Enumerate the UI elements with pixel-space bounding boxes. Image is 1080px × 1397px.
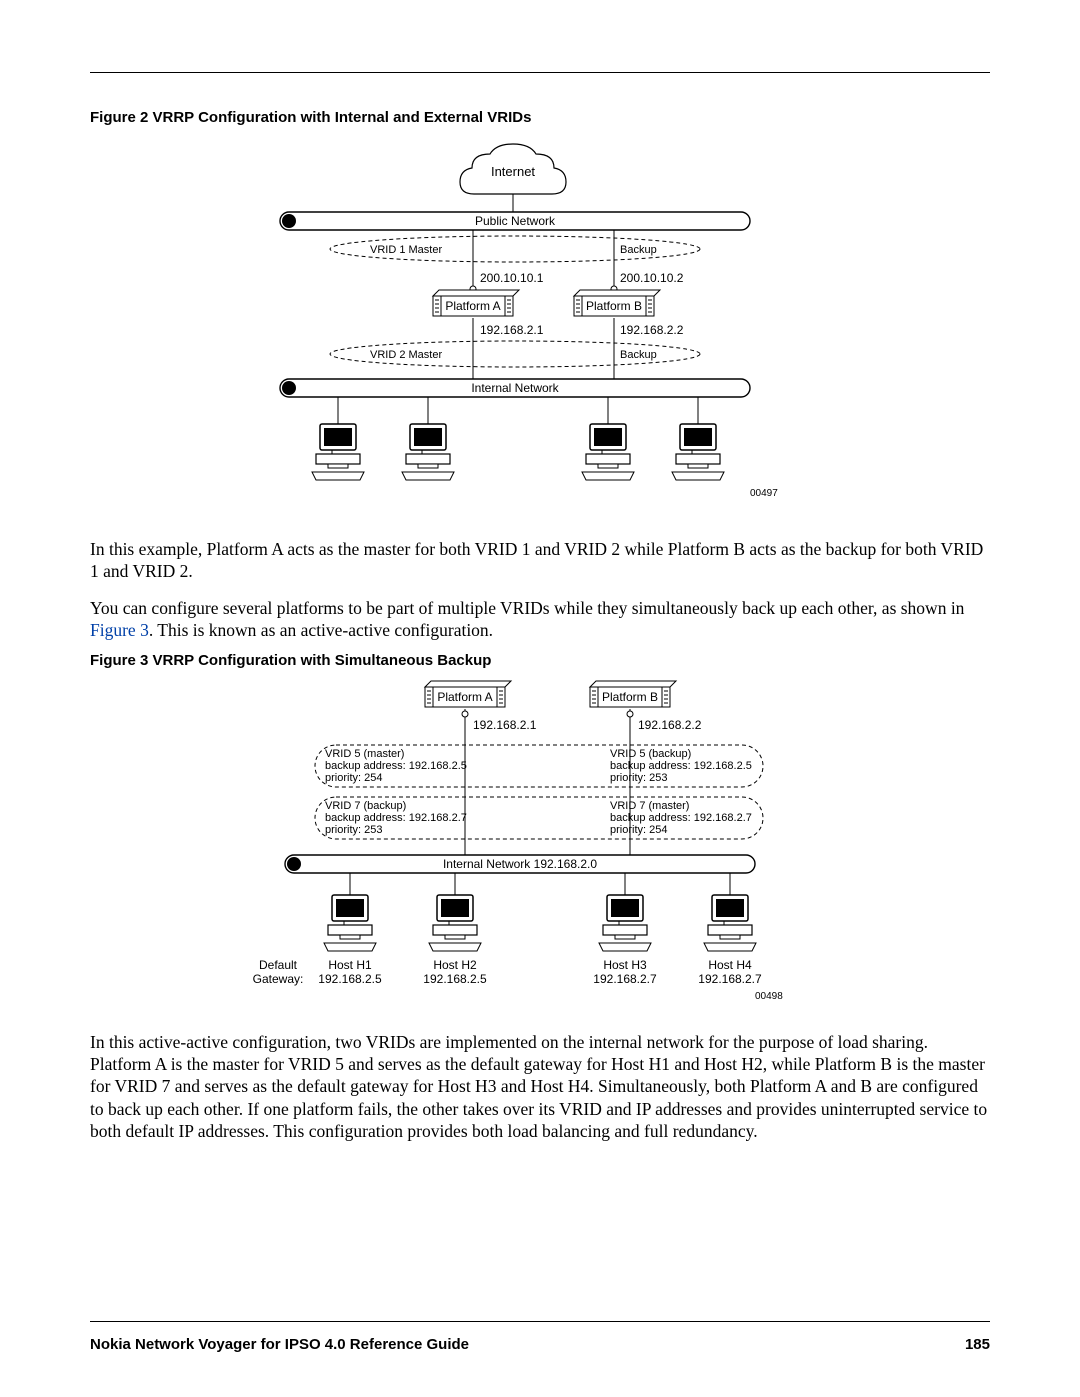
footer-page: 185: [965, 1336, 990, 1353]
computer-icon: [599, 895, 651, 951]
platform-a-icon: Platform A: [433, 290, 519, 316]
internal-network-bar: Internal Network: [280, 379, 750, 397]
host-h2-ip: 192.168.2.5: [423, 972, 487, 986]
public-network-label: Public Network: [475, 214, 556, 228]
computer-icon: [402, 424, 454, 480]
svg-text:backup address: 192.168.2.7: backup address: 192.168.2.7: [325, 812, 467, 824]
svg-text:VRID 7 (master): VRID 7 (master): [610, 800, 689, 812]
platform-a-icon: Platform A: [425, 681, 511, 707]
platform-b-internal-ip: 192.168.2.2: [620, 323, 684, 337]
platform-b-ip: 192.168.2.2: [638, 718, 702, 732]
internal-network-label: Internal Network: [471, 381, 559, 395]
vrid1-master-label: VRID 1 Master: [370, 244, 442, 256]
svg-text:backup address: 192.168.2.5: backup address: 192.168.2.5: [325, 760, 467, 772]
host-h1-label: Host H1: [328, 958, 372, 972]
figure3-code: 00498: [755, 991, 783, 1002]
svg-text:backup address: 192.168.2.5: backup address: 192.168.2.5: [610, 760, 752, 772]
internal-network-bar-fig3: Internal Network 192.168.2.0: [285, 855, 755, 873]
footer-title: Nokia Network Voyager for IPSO 4.0 Refer…: [90, 1336, 469, 1353]
page-footer: Nokia Network Voyager for IPSO 4.0 Refer…: [90, 1321, 990, 1353]
figure3-diagram: Platform A Platform B 192.168.2.1 192.16…: [90, 677, 990, 1017]
svg-text:Platform B: Platform B: [602, 690, 658, 704]
svg-text:VRID 5 (master): VRID 5 (master): [325, 748, 404, 760]
computer-icon: [672, 424, 724, 480]
figure2-code: 00497: [750, 488, 778, 499]
figure2-title: Figure 2 VRRP Configuration with Interna…: [90, 109, 990, 126]
svg-text:VRID 5 (backup): VRID 5 (backup): [610, 748, 691, 760]
svg-text:priority: 253: priority: 253: [325, 824, 382, 836]
public-network-bar: Public Network: [280, 212, 750, 230]
body-paragraph-3: In this active-active configuration, two…: [90, 1031, 990, 1143]
internal-net-label-fig3: Internal Network 192.168.2.0: [443, 857, 597, 871]
internet-label: Internet: [491, 164, 535, 179]
vrid2-master-label: VRID 2 Master: [370, 349, 442, 361]
svg-text:Platform A: Platform A: [445, 299, 500, 313]
gateway-label: Gateway:: [253, 972, 304, 986]
host-h1-ip: 192.168.2.5: [318, 972, 382, 986]
svg-text:backup address: 192.168.2.7: backup address: 192.168.2.7: [610, 812, 752, 824]
svg-text:priority: 253: priority: 253: [610, 772, 667, 784]
platform-a-public-ip: 200.10.10.1: [480, 271, 544, 285]
vrid1-backup-label: Backup: [620, 244, 657, 256]
host-h3-label: Host H3: [603, 958, 647, 972]
svg-text:Platform A: Platform A: [437, 690, 492, 704]
figure3-title: Figure 3 VRRP Configuration with Simulta…: [90, 652, 990, 669]
page-top-rule: [90, 72, 990, 73]
svg-text:VRID 7 (backup): VRID 7 (backup): [325, 800, 406, 812]
computer-icon: [312, 424, 364, 480]
default-label: Default: [259, 958, 298, 972]
platform-a-internal-ip: 192.168.2.1: [480, 323, 544, 337]
internet-cloud-icon: Internet: [460, 144, 566, 194]
host-h3-ip: 192.168.2.7: [593, 972, 657, 986]
platform-b-icon: Platform B: [590, 681, 676, 707]
body-paragraph-2: You can configure several platforms to b…: [90, 597, 990, 642]
figure2-diagram: Internet Public Network VRID 1 Master Ba…: [90, 134, 990, 524]
figure3-link[interactable]: Figure 3: [90, 620, 149, 640]
computer-icon: [704, 895, 756, 951]
svg-text:priority: 254: priority: 254: [325, 772, 382, 784]
platform-b-icon: Platform B: [574, 290, 660, 316]
body-paragraph-1: In this example, Platform A acts as the …: [90, 538, 990, 583]
host-h4-ip: 192.168.2.7: [698, 972, 762, 986]
computer-icon: [429, 895, 481, 951]
vrid2-backup-label: Backup: [620, 349, 657, 361]
host-h2-label: Host H2: [433, 958, 477, 972]
platform-b-public-ip: 200.10.10.2: [620, 271, 684, 285]
computer-icon: [582, 424, 634, 480]
computer-icon: [324, 895, 376, 951]
platform-a-ip: 192.168.2.1: [473, 718, 537, 732]
host-h4-label: Host H4: [708, 958, 752, 972]
svg-text:Platform B: Platform B: [586, 299, 642, 313]
svg-text:priority: 254: priority: 254: [610, 824, 667, 836]
